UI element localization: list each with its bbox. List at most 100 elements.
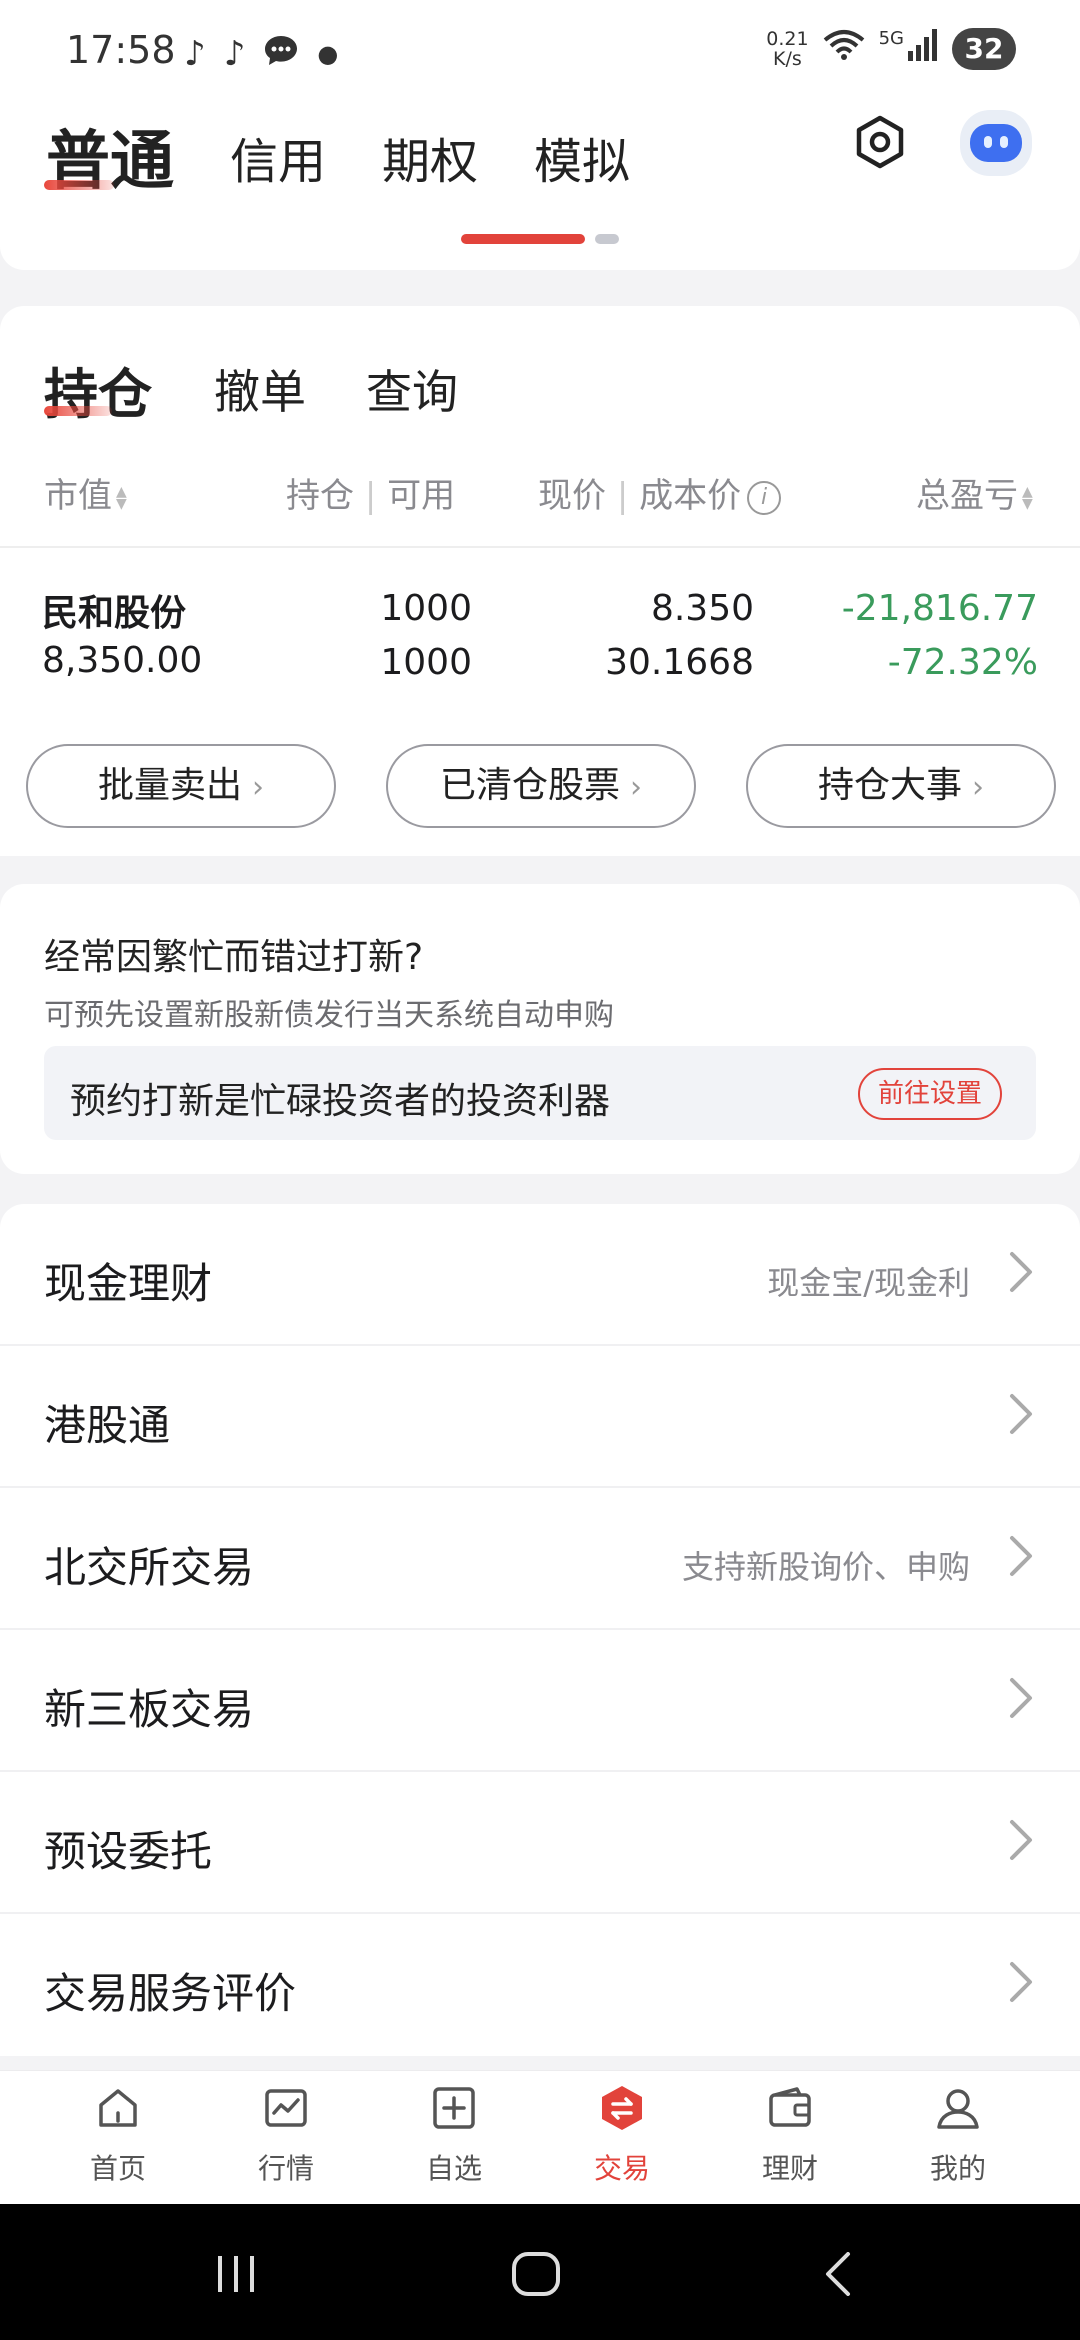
- nav-profile-label: 我的: [929, 2152, 986, 2185]
- tiktok-icon: ♪: [184, 34, 206, 74]
- stock-market-value: 8,350.00: [42, 640, 203, 681]
- wifi-icon: [823, 28, 865, 70]
- nav-market-label: 行情: [257, 2152, 314, 2185]
- menu-item-label: 新三板交易: [44, 1685, 255, 1734]
- sort-icon: ▲ ▼: [1022, 483, 1033, 512]
- add-square-icon: [433, 2087, 475, 2129]
- go-settings-button[interactable]: 前往设置: [857, 1068, 1002, 1120]
- home-icon: [99, 2089, 137, 2127]
- chevron-right-icon: [1010, 1252, 1032, 1292]
- nav-wealth-label: 理财: [761, 2152, 818, 2185]
- col-pnl-label: 总盈亏: [916, 476, 1018, 516]
- tab-holdings[interactable]: 持仓: [44, 350, 152, 429]
- stock-position: 1000: [380, 588, 472, 629]
- chart-icon: [265, 2089, 307, 2127]
- menu-item-service-rating[interactable]: 交易服务评价: [0, 1914, 1080, 2056]
- col-cost-label: 成本价: [639, 476, 742, 516]
- dot-icon: ●: [317, 40, 339, 68]
- bottom-nav: 首页 行情 自选 交易 理财 我的: [0, 2070, 1080, 2204]
- stock-price: 8.350: [650, 588, 754, 629]
- back-icon[interactable]: [810, 2252, 870, 2296]
- battery-indicator: 32: [952, 28, 1016, 70]
- system-nav-bar: [0, 2204, 1080, 2340]
- col-market-value-label: 市值: [44, 476, 112, 516]
- tab-options[interactable]: 期权: [382, 122, 478, 192]
- assistant-robot-icon[interactable]: [960, 110, 1032, 176]
- chevron-right-icon: [1010, 1536, 1032, 1576]
- menu-item-label: 预设委托: [44, 1827, 213, 1876]
- home-button-icon[interactable]: [506, 2252, 566, 2296]
- col-separator: |: [616, 476, 629, 516]
- wallet-icon: [769, 2087, 811, 2127]
- stock-pnl-percent: -72.32%: [887, 642, 1038, 683]
- menu-item-preset-order[interactable]: 预设委托: [0, 1772, 1080, 1914]
- chevron-right-icon: [1010, 1678, 1032, 1718]
- page-indicator-active: [461, 234, 585, 244]
- user-icon: [937, 2089, 979, 2129]
- col-market-value[interactable]: 市值 ▲ ▼: [44, 468, 130, 517]
- col-separator: |: [364, 476, 377, 516]
- menu-item-label: 港股通: [44, 1401, 171, 1450]
- nav-watchlist-label: 自选: [425, 2152, 482, 2185]
- chevron-right-icon: [1010, 1820, 1032, 1860]
- tab-simulation[interactable]: 模拟: [534, 122, 630, 192]
- col-hold-available: 持仓 | 可用: [286, 468, 455, 517]
- ipo-subtitle: 可预先设置新股新债发行当天系统自动申购: [44, 998, 614, 1033]
- net-speed-unit: K/s: [773, 48, 802, 70]
- nav-wealth[interactable]: 理财: [700, 2071, 880, 2205]
- status-bar: 17:58 ♪ ♪ ● 0.21 K/s 5G 32: [0, 0, 1080, 100]
- menu-item-hk-connect[interactable]: 港股通: [0, 1346, 1080, 1488]
- page-indicator-dot: [595, 234, 619, 244]
- active-tab-indicator: [44, 180, 114, 190]
- nav-home[interactable]: 首页: [28, 2071, 208, 2205]
- menu-item-hint: 支持新股询价、申购: [681, 1548, 970, 1586]
- robot-face: [970, 124, 1022, 162]
- chevron-right-icon: [1010, 1962, 1032, 2002]
- tab-query[interactable]: 查询: [366, 356, 458, 422]
- holdings-tab-indicator: [44, 406, 112, 416]
- chevron-right-icon: ›: [972, 770, 984, 805]
- stock-pnl: -21,816.77: [841, 588, 1038, 629]
- settings-icon[interactable]: [850, 112, 910, 172]
- holding-events-label: 持仓大事: [817, 765, 962, 806]
- signal-icon: [908, 29, 938, 69]
- stock-cost: 30.1668: [605, 642, 754, 683]
- tab-credit[interactable]: 信用: [230, 122, 326, 192]
- menu-item-label: 交易服务评价: [44, 1969, 297, 2018]
- message-icon: [263, 34, 299, 74]
- chevron-right-icon: ›: [630, 770, 642, 805]
- cleared-stocks-label: 已清仓股票: [439, 765, 620, 806]
- nav-trade-label: 交易: [593, 2152, 650, 2185]
- col-price-cost: 现价 | 成本价 i: [538, 468, 782, 517]
- ipo-title: 经常因繁忙而错过打新?: [44, 937, 424, 978]
- ipo-banner: 预约打新是忙碌投资者的投资利器 前往设置: [44, 1046, 1036, 1140]
- nav-trade[interactable]: 交易: [532, 2071, 712, 2205]
- batch-sell-button[interactable]: 批量卖出 ›: [26, 744, 336, 828]
- recent-apps-icon[interactable]: [206, 2252, 266, 2296]
- stock-available: 1000: [380, 642, 472, 683]
- trade-icon: [602, 2086, 642, 2130]
- holding-events-button[interactable]: 持仓大事 ›: [746, 744, 1056, 828]
- ipo-banner-text: 预约打新是忙碌投资者的投资利器: [70, 1081, 611, 1122]
- nav-market[interactable]: 行情: [196, 2071, 376, 2205]
- nav-profile[interactable]: 我的: [868, 2071, 1048, 2205]
- menu-item-neeq-trading[interactable]: 新三板交易: [0, 1630, 1080, 1772]
- positions-card: 持仓 撤单 查询 市值 ▲ ▼ 持仓 | 可用 现价 | 成本价 i 总盈亏 ▲ ▼ 民和…: [0, 306, 1080, 856]
- col-available-label: 可用: [387, 476, 456, 516]
- menu-item-bse-trading[interactable]: 北交所交易 支持新股询价、申购: [0, 1488, 1080, 1630]
- notification-icons: ♪ ♪ ●: [184, 34, 338, 74]
- menu-item-label: 现金理财: [44, 1259, 213, 1308]
- col-total-pnl[interactable]: 总盈亏 ▲ ▼: [916, 468, 1036, 517]
- cleared-stocks-button[interactable]: 已清仓股票 ›: [386, 744, 696, 828]
- nav-watchlist[interactable]: 自选: [364, 2071, 544, 2205]
- ipo-promo-card: 经常因繁忙而错过打新? 可预先设置新股新债发行当天系统自动申购 预约打新是忙碌投…: [0, 884, 1080, 1174]
- tab-cancel-order[interactable]: 撤单: [214, 356, 306, 422]
- status-time: 17:58: [66, 28, 176, 72]
- info-icon[interactable]: i: [747, 480, 782, 515]
- stock-name: 民和股份: [42, 593, 187, 634]
- net-speed-value: 0.21: [766, 28, 809, 50]
- batch-sell-label: 批量卖出: [97, 765, 242, 806]
- status-right: 0.21 K/s 5G 32: [766, 28, 1016, 70]
- menu-item-cash-management[interactable]: 现金理财 现金宝/现金利: [0, 1204, 1080, 1346]
- col-hold-label: 持仓: [286, 476, 354, 516]
